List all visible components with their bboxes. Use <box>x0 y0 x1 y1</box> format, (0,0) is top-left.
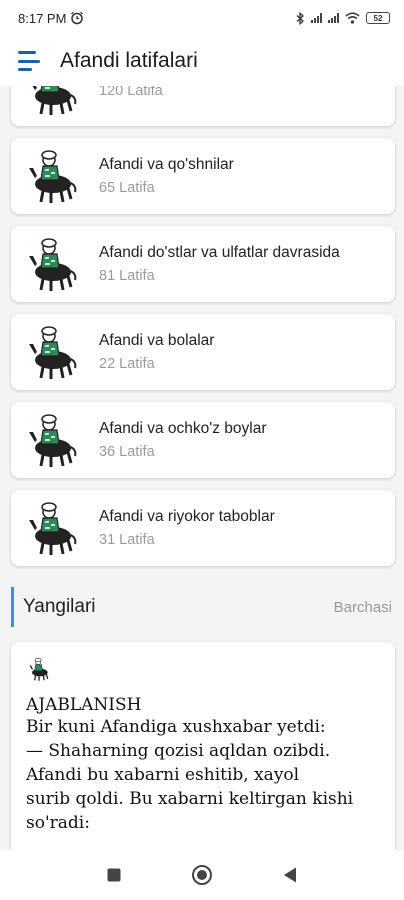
menu-icon[interactable] <box>18 51 42 71</box>
afandi-donkey-icon <box>29 238 77 291</box>
afandi-donkey-icon <box>29 326 77 379</box>
section-header: Yangilari Barchasi <box>11 586 404 628</box>
square-icon <box>107 868 121 882</box>
back-button[interactable] <box>246 850 334 900</box>
category-card[interactable]: Afandi va qo'shnilar 65 Latifa <box>11 138 395 214</box>
afandi-donkey-icon <box>29 150 77 203</box>
recents-button[interactable] <box>70 850 158 900</box>
alarm-icon <box>71 11 84 25</box>
afandi-donkey-icon <box>29 657 49 681</box>
category-title: Afandi do'stlar va ulfatlar davrasida <box>99 244 340 261</box>
bluetooth-icon <box>296 11 304 25</box>
app-bar: Afandi latifalari <box>0 36 404 86</box>
featured-joke-card[interactable]: AJABLANISH Bir kuni Afandiga xushxabar y… <box>11 642 395 850</box>
category-title: Afandi va riyokor taboblar <box>99 508 275 525</box>
home-button[interactable] <box>158 850 246 900</box>
battery-icon: 52 <box>366 12 390 24</box>
afandi-donkey-icon <box>29 502 77 555</box>
category-count: 36 Latifa <box>99 444 155 460</box>
joke-title: AJABLANISH <box>26 695 142 715</box>
signal-icon-2 <box>328 13 339 23</box>
see-all-link[interactable]: Barchasi <box>334 599 404 616</box>
back-triangle-icon <box>284 867 296 883</box>
category-count: 22 Latifa <box>99 356 155 372</box>
category-title: Afandi va ochko'z boylar <box>99 420 267 437</box>
app-title: Afandi latifalari <box>60 49 198 72</box>
section-accent-bar <box>11 587 14 627</box>
category-title: Afandi va bolalar <box>99 332 215 349</box>
joke-body: Bir kuni Afandiga xushxabar yetdi: — Sha… <box>26 717 354 833</box>
category-card[interactable]: Afandi va ochko'z boylar 36 Latifa <box>11 402 395 478</box>
category-card[interactable]: Afandi do'stlar va ulfatlar davrasida 81… <box>11 226 395 302</box>
category-count: 31 Latifa <box>99 532 155 548</box>
section-title: Yangilari <box>23 596 96 617</box>
status-time: 8:17 PM <box>18 10 67 26</box>
status-bar: 8:17 PM 52 <box>0 0 404 36</box>
content-list[interactable]: 120 Latifa Afandi va qo'shnilar 65 Latif… <box>0 86 404 850</box>
category-count: 120 Latifa <box>99 86 163 99</box>
category-title: Afandi va qo'shnilar <box>99 156 234 173</box>
wifi-icon <box>345 12 360 24</box>
signal-icon <box>311 13 322 23</box>
afandi-donkey-icon <box>32 86 77 115</box>
home-circle-icon <box>192 865 212 885</box>
category-count: 65 Latifa <box>99 180 155 196</box>
category-card[interactable]: 120 Latifa <box>11 86 395 126</box>
category-card[interactable]: Afandi va bolalar 22 Latifa <box>11 314 395 390</box>
category-count: 81 Latifa <box>99 268 155 284</box>
category-card[interactable]: Afandi va riyokor taboblar 31 Latifa <box>11 490 395 566</box>
system-nav-bar <box>0 850 404 900</box>
afandi-donkey-icon <box>29 414 77 467</box>
